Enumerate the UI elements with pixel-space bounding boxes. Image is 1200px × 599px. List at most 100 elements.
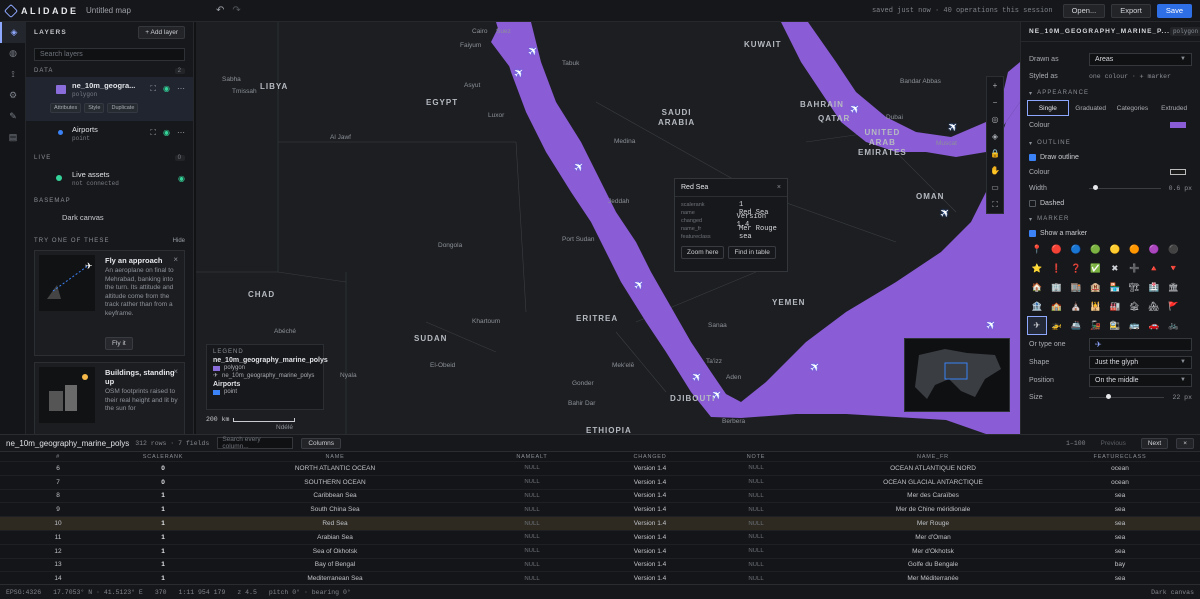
glyph-option[interactable]: 🔻 bbox=[1164, 259, 1184, 278]
fly-it-button[interactable]: Fly it bbox=[105, 337, 133, 350]
table-row[interactable]: 14 1 Mediterranean Sea NULL Version 1.4 NULL M… bbox=[0, 572, 1200, 584]
layer-item-live-assets[interactable]: Live assets not connected ◉ bbox=[26, 164, 193, 192]
table-row[interactable]: 9 1 South China Sea NULL Version 1.4 NULL Mer … bbox=[0, 503, 1200, 518]
glyph-option[interactable]: 📍 bbox=[1027, 240, 1047, 259]
table-row[interactable]: 12 1 Sea of Okhotsk NULL Version 1.4 NULL Mer … bbox=[0, 545, 1200, 559]
glyph-option[interactable]: 🏥 bbox=[1144, 278, 1164, 297]
glyph-option[interactable]: 🏨 bbox=[1086, 278, 1106, 297]
glyph-option[interactable]: 🔴 bbox=[1047, 240, 1067, 259]
map-canvas[interactable]: LIBYA EGYPT SAUDI ARABIA KUWAIT BAHRAIN … bbox=[196, 22, 1020, 434]
pen-icon[interactable]: ✎ bbox=[0, 106, 26, 127]
glyph-option[interactable]: ✈ bbox=[1027, 316, 1047, 335]
attributes-chip[interactable]: Attributes bbox=[50, 103, 82, 113]
column-header[interactable]: NAME bbox=[210, 454, 460, 460]
width-slider[interactable] bbox=[1089, 185, 1161, 190]
close-icon[interactable]: × bbox=[777, 184, 781, 191]
pan-hand-icon[interactable]: ✋ bbox=[987, 162, 1003, 179]
zoom-to-icon[interactable]: ⛶ bbox=[150, 84, 156, 94]
glyph-option[interactable]: ❗ bbox=[1047, 259, 1067, 278]
table-search-input[interactable]: Search every column... bbox=[217, 436, 294, 450]
column-header[interactable]: CHANGED bbox=[604, 454, 696, 460]
visibility-icon[interactable]: ◉ bbox=[163, 128, 170, 138]
column-header[interactable]: NAME_FR bbox=[816, 454, 1050, 460]
tab-graduated[interactable]: Graduated bbox=[1071, 100, 1111, 116]
marker-section[interactable]: ▾ MARKER bbox=[1021, 212, 1200, 226]
screen-icon[interactable]: ▭ bbox=[987, 179, 1003, 196]
suggestion-card-buildings[interactable]: Buildings, standing up × OSM footprints … bbox=[34, 362, 185, 434]
glyph-option[interactable]: 🚲 bbox=[1164, 316, 1184, 335]
save-button[interactable]: Save bbox=[1156, 3, 1192, 18]
show-marker-checkbox[interactable]: Show a marker bbox=[1021, 226, 1200, 240]
outline-section[interactable]: ▾ OUTLINE bbox=[1021, 136, 1200, 150]
glyph-option[interactable]: 🏪 bbox=[1105, 278, 1125, 297]
globe-icon[interactable]: ◍ bbox=[0, 43, 26, 64]
glyph-option[interactable]: 🟣 bbox=[1144, 240, 1164, 259]
table-row[interactable]: 8 1 Caribbean Sea NULL Version 1.4 NULL Mer de… bbox=[0, 490, 1200, 504]
close-icon[interactable]: × bbox=[173, 367, 178, 376]
zoom-in-button[interactable]: + bbox=[987, 77, 1003, 94]
glyph-option[interactable]: 🚉 bbox=[1105, 316, 1125, 335]
compass-icon[interactable]: ◈ bbox=[987, 128, 1003, 145]
glyph-option[interactable]: ➕ bbox=[1125, 259, 1145, 278]
glyph-option[interactable]: 🕌 bbox=[1086, 297, 1106, 316]
table-row[interactable]: 6 0 NORTH ATLANTIC OCEAN NULL Version 1.4 NUL… bbox=[0, 462, 1200, 476]
open-button[interactable]: Open... bbox=[1062, 3, 1106, 18]
more-icon[interactable]: ⋯ bbox=[177, 128, 185, 138]
add-layer-button[interactable]: + Add layer bbox=[138, 25, 185, 39]
glyph-option[interactable]: 🏚 bbox=[1125, 297, 1145, 316]
draw-outline-checkbox[interactable]: Draw outline bbox=[1021, 150, 1200, 164]
slider-knob[interactable] bbox=[1105, 394, 1111, 399]
undo-icon[interactable]: ↶ bbox=[216, 5, 224, 16]
tab-categories[interactable]: Categories bbox=[1113, 100, 1153, 116]
style-chip[interactable]: Style bbox=[84, 103, 105, 113]
glyph-option[interactable]: 🏘 bbox=[1144, 297, 1164, 316]
glyph-option[interactable]: 🏠 bbox=[1027, 278, 1047, 297]
column-header[interactable]: SCALERANK bbox=[116, 454, 210, 460]
next-button[interactable]: Next bbox=[1140, 437, 1169, 449]
glyph-option[interactable]: ✅ bbox=[1086, 259, 1106, 278]
route-icon[interactable]: ⟟ bbox=[0, 64, 26, 85]
glyph-option[interactable]: 🚗 bbox=[1144, 316, 1164, 335]
outline-colour-swatch[interactable] bbox=[1170, 169, 1186, 175]
glyph-option[interactable]: 🚂 bbox=[1086, 316, 1106, 335]
document-icon[interactable]: ▤ bbox=[0, 127, 26, 148]
glyph-option[interactable]: 🚩 bbox=[1164, 297, 1184, 316]
layers-icon[interactable]: ◈ bbox=[0, 22, 26, 43]
close-icon[interactable]: × bbox=[173, 255, 178, 264]
fill-colour-swatch[interactable] bbox=[1170, 122, 1186, 128]
zoom-here-button[interactable]: Zoom here bbox=[681, 246, 725, 259]
visibility-icon[interactable]: ◉ bbox=[163, 84, 170, 94]
glyph-option[interactable]: ❓ bbox=[1066, 259, 1086, 278]
custom-glyph-input[interactable]: ✈ bbox=[1089, 337, 1192, 351]
visibility-icon[interactable]: ◉ bbox=[178, 174, 185, 183]
settings-icon[interactable]: ⚙ bbox=[0, 85, 26, 106]
table-row[interactable]: 7 0 SOUTHERN OCEAN NULL Version 1.4 NULL OCÉAN… bbox=[0, 476, 1200, 490]
previous-button[interactable]: Previous bbox=[1094, 438, 1133, 449]
glyph-option[interactable]: ✖ bbox=[1105, 259, 1125, 278]
table-row[interactable]: 10 1 Red Sea NULL Version 1.4 NULL Mer Rouge se… bbox=[0, 517, 1200, 531]
layer-item-marine-polys[interactable]: ne_10m_geogra... polygon ⛶ ◉ ⋯ Attribute… bbox=[26, 77, 193, 121]
layer-item-airports[interactable]: Airports point ⛶ ◉ ⋯ bbox=[26, 121, 193, 149]
locate-icon[interactable]: ◎ bbox=[987, 111, 1003, 128]
close-table-button[interactable]: × bbox=[1176, 437, 1194, 449]
glyph-option[interactable]: 🏬 bbox=[1066, 278, 1086, 297]
tab-extruded[interactable]: Extruded bbox=[1154, 100, 1194, 116]
table-row[interactable]: 13 1 Bay of Bengal NULL Version 1.4 NULL Golfe… bbox=[0, 559, 1200, 573]
glyph-option[interactable]: 🏗 bbox=[1125, 278, 1145, 297]
glyph-option[interactable]: 🏫 bbox=[1047, 297, 1067, 316]
glyph-option[interactable]: 🏭 bbox=[1105, 297, 1125, 316]
glyph-option[interactable]: 🟡 bbox=[1105, 240, 1125, 259]
suggestion-card-fly[interactable]: ✈ Fly an approach × An aeroplane on fina… bbox=[34, 250, 185, 356]
glyph-option[interactable]: 🔺 bbox=[1144, 259, 1164, 278]
columns-button[interactable]: Columns bbox=[301, 437, 341, 449]
glyph-option[interactable]: 🏦 bbox=[1027, 297, 1047, 316]
glyph-option[interactable]: 🚁 bbox=[1047, 316, 1067, 335]
glyph-option[interactable]: 🟢 bbox=[1086, 240, 1106, 259]
tab-single[interactable]: Single bbox=[1027, 100, 1069, 116]
position-select[interactable]: On the middle ▼ bbox=[1089, 373, 1192, 387]
find-in-table-button[interactable]: Find in table bbox=[728, 246, 776, 259]
fullscreen-icon[interactable]: ⛶ bbox=[987, 196, 1003, 213]
size-slider[interactable] bbox=[1089, 394, 1165, 399]
lock-icon[interactable]: 🔒 bbox=[987, 145, 1003, 162]
glyph-option[interactable]: 🏛 bbox=[1164, 278, 1184, 297]
